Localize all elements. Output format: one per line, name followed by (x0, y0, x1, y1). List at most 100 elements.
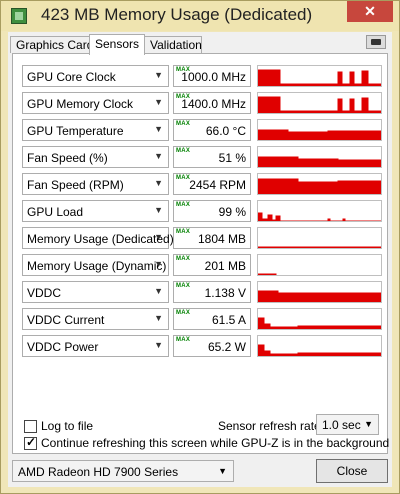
chevron-down-icon: ▼ (154, 286, 163, 296)
gpuz-window: 423 MB Memory Usage (Dedicated) ✕ Graphi… (0, 0, 400, 494)
sensor-graph-svg (258, 317, 381, 329)
sensor-value-box[interactable]: MAX 99 % (173, 200, 251, 222)
sensor-graph-line (258, 290, 381, 302)
sensor-select[interactable]: GPU Memory Clock ▼ (22, 92, 169, 114)
sensor-value-box[interactable]: MAX 1.138 V (173, 281, 251, 303)
max-tag: MAX (176, 256, 191, 262)
continue-refresh-label: Continue refreshing this screen while GP… (41, 436, 390, 450)
max-tag: MAX (176, 337, 191, 343)
window-close-button[interactable]: ✕ (347, 1, 393, 22)
sensor-graph (257, 308, 382, 330)
sensor-value-box[interactable]: MAX 2454 RPM (173, 173, 251, 195)
sensor-label: VDDC (27, 286, 62, 300)
sensor-graph-svg (258, 178, 381, 194)
chevron-down-icon: ▼ (154, 232, 163, 242)
sensors-panel: GPU Core Clock ▼ MAX 1000.0 MHz GPU Memory C… (12, 53, 388, 454)
sensor-value: 2454 RPM (189, 178, 246, 192)
chevron-down-icon: ▼ (154, 151, 163, 161)
sensor-label: GPU Memory Clock (27, 97, 134, 111)
sensor-select[interactable]: VDDC Power ▼ (22, 335, 169, 357)
gpuz-app-icon (11, 8, 27, 24)
sensor-select[interactable]: Memory Usage (Dynamic) ▼ (22, 254, 169, 276)
title-bar[interactable]: 423 MB Memory Usage (Dedicated) ✕ (1, 1, 399, 31)
sensor-graph-svg (258, 156, 381, 167)
sensor-value-box[interactable]: MAX 66.0 °C (173, 119, 251, 141)
max-tag: MAX (176, 148, 191, 154)
sensor-graph (257, 146, 382, 168)
sensor-value: 1400.0 MHz (181, 97, 246, 111)
sensor-label: Memory Usage (Dedicated) (27, 232, 174, 246)
tab-validation[interactable]: Validation (144, 36, 202, 53)
sensor-value-box[interactable]: MAX 1000.0 MHz (173, 65, 251, 87)
sensor-graph-svg (258, 129, 381, 140)
sensor-select[interactable]: GPU Load ▼ (22, 200, 169, 222)
sensor-graph-svg (258, 69, 381, 86)
chevron-down-icon: ▼ (154, 178, 163, 188)
sensor-graph (257, 119, 382, 141)
max-tag: MAX (176, 202, 191, 208)
sensor-label: GPU Core Clock (27, 70, 116, 84)
sensor-select[interactable]: Fan Speed (RPM) ▼ (22, 173, 169, 195)
sensor-label: Fan Speed (%) (27, 151, 108, 165)
sensor-graph-line (258, 156, 381, 167)
sensor-label: Memory Usage (Dynamic) (27, 259, 167, 273)
sensor-select[interactable]: VDDC Current ▼ (22, 308, 169, 330)
sensor-select[interactable]: Memory Usage (Dedicated) ▼ (22, 227, 174, 249)
continue-refresh-checkbox[interactable]: ✓ (24, 435, 37, 450)
sensor-value: 1000.0 MHz (181, 70, 246, 84)
close-button[interactable]: Close (316, 459, 388, 483)
sensor-value-box[interactable]: MAX 1804 MB (173, 227, 251, 249)
client-area: Graphics Card Sensors Validation GPU Cor… (8, 32, 392, 487)
gpu-select-value: AMD Radeon HD 7900 Series (18, 465, 179, 479)
sensor-graph (257, 227, 382, 249)
sensor-graph-svg (258, 344, 381, 356)
sensor-row: Fan Speed (%) ▼ MAX 51 % (22, 146, 382, 170)
gpu-select[interactable]: AMD Radeon HD 7900 Series ▼ (12, 460, 234, 482)
sensor-value-box[interactable]: MAX 61.5 A (173, 308, 251, 330)
sensor-label: VDDC Current (27, 313, 105, 327)
sensor-value-box[interactable]: MAX 65.2 W (173, 335, 251, 357)
sensor-label: GPU Temperature (27, 124, 124, 138)
sensor-value: 99 % (218, 205, 246, 219)
tab-graphics-card[interactable]: Graphics Card (10, 36, 93, 53)
sensor-graph (257, 200, 382, 222)
sensor-graph-svg (258, 212, 381, 221)
sensor-graph (257, 281, 382, 303)
sensor-graph (257, 173, 382, 195)
log-to-file-checkbox[interactable] (24, 420, 37, 433)
chevron-down-icon: ▼ (154, 313, 163, 323)
tab-sensors[interactable]: Sensors (89, 34, 145, 55)
sensor-value: 66.0 °C (205, 124, 246, 138)
sensor-label: VDDC Power (27, 340, 99, 354)
refresh-rate-value: 1.0 sec (322, 418, 361, 432)
sensor-value-box[interactable]: MAX 51 % (173, 146, 251, 168)
max-tag: MAX (176, 175, 191, 181)
sensor-graph-line (258, 96, 381, 113)
max-tag: MAX (176, 121, 191, 127)
sensor-graph-svg (258, 246, 381, 248)
sensor-graph-svg (258, 273, 277, 275)
sensor-select[interactable]: GPU Temperature ▼ (22, 119, 169, 141)
sensor-row: VDDC ▼ MAX 1.138 V (22, 281, 382, 305)
refresh-rate-label: Sensor refresh rate: (218, 419, 325, 433)
sensor-graph-line (258, 273, 277, 275)
sensor-graph (257, 335, 382, 357)
sensor-select[interactable]: GPU Core Clock ▼ (22, 65, 169, 87)
sensor-value-box[interactable]: MAX 1400.0 MHz (173, 92, 251, 114)
sensor-graph-line (258, 246, 381, 248)
chevron-down-icon: ▼ (154, 205, 163, 215)
sensor-graph-line (258, 212, 381, 221)
chevron-down-icon: ▼ (218, 466, 227, 476)
sensor-graph (257, 254, 382, 276)
sensor-select[interactable]: Fan Speed (%) ▼ (22, 146, 169, 168)
sensor-select[interactable]: VDDC ▼ (22, 281, 169, 303)
sensor-value: 51 % (218, 151, 246, 165)
camera-icon[interactable] (366, 35, 386, 49)
sensor-row: GPU Temperature ▼ MAX 66.0 °C (22, 119, 382, 143)
refresh-rate-select[interactable]: 1.0 sec ▼ (316, 414, 379, 435)
window-title: 423 MB Memory Usage (Dedicated) (41, 5, 313, 24)
max-tag: MAX (176, 283, 191, 289)
sensor-value: 1.138 V (204, 286, 246, 300)
sensor-value-box[interactable]: MAX 201 MB (173, 254, 251, 276)
chevron-down-icon: ▼ (154, 259, 163, 269)
